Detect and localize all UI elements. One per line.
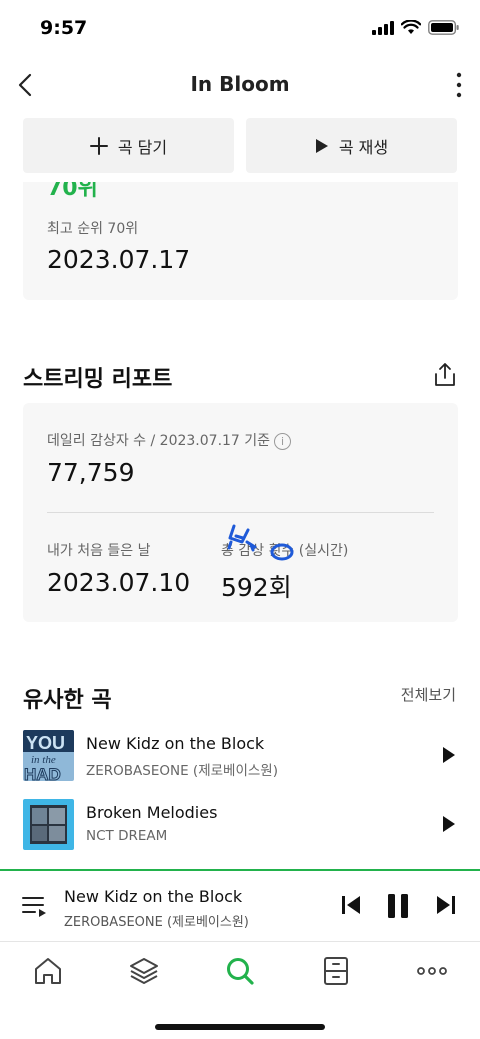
first-listen-value: 2023.07.10 <box>47 568 191 597</box>
page-title: In Bloom <box>190 72 290 96</box>
song-title: New Kidz on the Block <box>86 734 265 753</box>
current-rank: 70위 <box>47 182 98 201</box>
svg-text:HAD: HAD <box>24 765 61 781</box>
storage-icon[interactable] <box>321 956 351 986</box>
plus-icon <box>89 136 108 155</box>
streaming-report-card: 데일리 감상자 수 / 2023.07.17 기준 i 77,759 내가 처음 … <box>23 403 458 622</box>
more-dots-icon[interactable] <box>417 956 447 986</box>
share-icon[interactable] <box>432 362 458 388</box>
album-art: YOU in the HAD <box>23 730 74 781</box>
mini-player[interactable]: New Kidz on the Block ZEROBASEONE (제로베이스… <box>0 869 480 941</box>
previous-icon[interactable] <box>341 893 361 917</box>
home-indicator <box>155 1024 325 1030</box>
see-all-link[interactable]: 전체보기 <box>401 684 456 705</box>
chart-rank-card: 70위 최고 순위 70위 2023.07.17 <box>23 182 458 300</box>
daily-listeners-value: 77,759 <box>47 458 135 487</box>
peak-rank-date: 2023.07.17 <box>47 245 191 274</box>
battery-icon <box>428 20 459 35</box>
now-playing-title: New Kidz on the Block <box>64 887 243 906</box>
now-playing-artist: ZEROBASEONE (제로베이스원) <box>64 915 249 930</box>
more-icon[interactable] <box>454 70 464 100</box>
next-icon[interactable] <box>436 893 456 917</box>
streaming-report-title: 스트리밍 리포트 <box>23 367 173 392</box>
first-listen-label: 내가 처음 들은 날 <box>47 543 151 559</box>
home-icon[interactable] <box>33 956 63 986</box>
info-icon[interactable]: i <box>274 432 292 450</box>
play-song-button[interactable]: 곡 재생 <box>246 118 457 173</box>
total-plays-label: 총 감상 횟수 (실시간) <box>221 543 349 559</box>
daily-listeners-label-text: 데일리 감상자 수 / 2023.07.17 기준 <box>47 433 271 449</box>
song-artist: NCT DREAM <box>86 828 168 844</box>
song-artist: ZEROBASEONE (제로베이스원) <box>86 763 278 779</box>
playlist-icon[interactable] <box>22 895 48 919</box>
total-plays-value: 592회 <box>221 573 292 602</box>
status-icons <box>372 20 460 35</box>
layers-icon[interactable] <box>129 956 159 986</box>
album-art <box>23 799 74 850</box>
svg-text:YOU: YOU <box>26 733 65 753</box>
song-title: Broken Melodies <box>86 803 218 822</box>
daily-listeners-label: 데일리 감상자 수 / 2023.07.17 기준 i <box>47 430 292 450</box>
peak-rank-label: 최고 순위 70위 <box>47 221 139 237</box>
play-icon <box>315 138 328 153</box>
wifi-icon <box>401 20 421 34</box>
add-button-label: 곡 담기 <box>117 137 168 157</box>
play-icon[interactable] <box>442 746 456 764</box>
similar-songs-title: 유사한 곡 <box>23 688 112 713</box>
list-item[interactable]: YOU in the HAD New Kidz on the Block ZER… <box>23 730 458 782</box>
play-icon[interactable] <box>442 815 456 833</box>
divider <box>47 512 434 513</box>
status-time: 9:57 <box>40 17 88 39</box>
pause-icon[interactable] <box>386 893 410 919</box>
top-nav: In Bloom <box>0 58 480 114</box>
play-button-label: 곡 재생 <box>338 137 389 157</box>
add-to-playlist-button[interactable]: 곡 담기 <box>23 118 234 173</box>
list-item[interactable]: Broken Melodies NCT DREAM <box>23 799 458 851</box>
search-icon[interactable] <box>225 956 255 986</box>
status-bar: 9:57 <box>0 0 480 58</box>
signal-icon <box>372 20 394 35</box>
